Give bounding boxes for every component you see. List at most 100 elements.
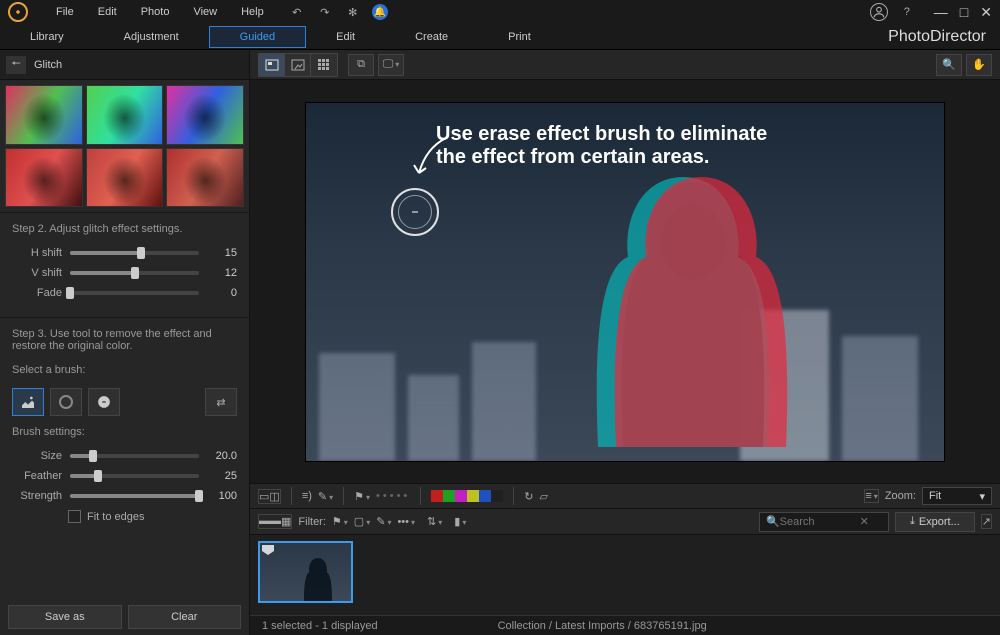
glitch-preset-1[interactable] <box>5 85 83 145</box>
search-input[interactable] <box>780 516 860 528</box>
layout-split-button[interactable]: ◫ <box>269 490 279 503</box>
filter-flag-dropdown[interactable]: ⚑ <box>332 515 348 528</box>
secondary-display-button[interactable]: ⧉ <box>348 54 374 76</box>
glitch-preset-6[interactable] <box>166 148 244 208</box>
sort-order-dropdown[interactable]: ⇅ <box>427 515 442 528</box>
undo-icon[interactable]: ↶ <box>288 3 306 21</box>
preview-canvas[interactable]: Use erase effect brush to eliminate the … <box>305 102 945 462</box>
close-button[interactable]: ✕ <box>980 4 992 21</box>
filter-rating-dropdown[interactable]: ••• <box>397 516 415 528</box>
hshift-value: 15 <box>207 247 237 259</box>
zoom-tool-button[interactable]: 🔍 <box>936 54 962 76</box>
rating-stars[interactable]: ••••• <box>376 490 410 502</box>
display-mode-dropdown[interactable]: 🖵 <box>378 54 404 76</box>
marker-dropdown[interactable]: ✎ <box>318 490 333 503</box>
glitch-preset-5[interactable] <box>86 148 164 208</box>
tab-edit[interactable]: Edit <box>306 27 385 47</box>
sort-dropdown[interactable]: ≡ <box>864 489 878 503</box>
tip-text: Use erase effect brush to eliminate the … <box>436 123 904 169</box>
status-selection: 1 selected - 1 displayed <box>262 620 378 632</box>
rotate-button[interactable]: ↻ <box>524 490 533 503</box>
menu-file[interactable]: File <box>44 2 86 22</box>
step3-label: Step 3. Use tool to remove the effect an… <box>12 328 237 352</box>
tab-guided[interactable]: Guided <box>209 26 306 48</box>
strength-slider[interactable] <box>70 494 199 498</box>
vshift-slider[interactable] <box>70 271 199 275</box>
strip-grid-button[interactable]: ▦ <box>281 515 291 528</box>
strength-label: Strength <box>12 490 62 502</box>
status-path: Collection / Latest Imports / 683765191.… <box>498 620 707 632</box>
filter-edit-dropdown[interactable]: ✎ <box>376 515 391 528</box>
feather-value: 25 <box>207 470 237 482</box>
select-brush-label: Select a brush: <box>12 364 237 376</box>
filter-label: Filter: <box>298 516 326 528</box>
glitch-preset-2[interactable] <box>86 85 164 145</box>
view-grid-button[interactable] <box>311 54 337 76</box>
tab-print[interactable]: Print <box>478 27 561 47</box>
minimize-button[interactable]: — <box>934 4 948 21</box>
settings-icon[interactable]: ✻ <box>344 3 362 21</box>
strip-horizontal-button[interactable]: ▬▬ <box>259 515 281 528</box>
step2-label: Step 2. Adjust glitch effect settings. <box>12 223 237 235</box>
export-button[interactable]: ⤓ Export... <box>895 512 975 532</box>
hshift-label: H shift <box>12 247 62 259</box>
layout-single-button[interactable]: ▭ <box>259 490 269 503</box>
add-brush-button[interactable] <box>12 388 44 416</box>
tab-create[interactable]: Create <box>385 27 478 47</box>
brush-cursor-icon <box>391 188 439 236</box>
app-logo <box>8 2 28 22</box>
back-button[interactable]: 🠔 <box>6 56 26 74</box>
notifications-icon[interactable]: 🔔 <box>372 4 388 20</box>
save-as-button[interactable]: Save as <box>8 605 122 629</box>
search-icon: 🔍 <box>766 515 780 528</box>
vshift-label: V shift <box>12 267 62 279</box>
fit-edges-checkbox[interactable] <box>68 510 81 523</box>
view-compare-button[interactable] <box>285 54 311 76</box>
smart-brush-button[interactable] <box>88 388 120 416</box>
glitch-preset-3[interactable] <box>166 85 244 145</box>
tab-library[interactable]: Library <box>0 27 94 47</box>
menu-help[interactable]: Help <box>229 2 276 22</box>
glitch-preset-4[interactable] <box>5 148 83 208</box>
clear-button[interactable]: Clear <box>128 605 242 629</box>
redo-icon[interactable]: ↷ <box>316 3 334 21</box>
color-label-swatches[interactable] <box>431 490 503 502</box>
erase-brush-button[interactable] <box>50 388 82 416</box>
menu-edit[interactable]: Edit <box>86 2 129 22</box>
fade-slider[interactable] <box>70 291 199 295</box>
feather-slider[interactable] <box>70 474 199 478</box>
hshift-slider[interactable] <box>70 251 199 255</box>
swap-brush-button[interactable]: ⇄ <box>205 388 237 416</box>
clear-search-icon[interactable]: ✕ <box>860 515 869 528</box>
search-box[interactable]: 🔍 ✕ <box>759 512 889 532</box>
crop-button[interactable]: ▱ <box>540 490 548 503</box>
feather-label: Feather <box>12 470 62 482</box>
account-icon[interactable] <box>870 3 888 21</box>
zoom-label: Zoom: <box>885 490 916 502</box>
help-icon[interactable]: ? <box>898 3 916 21</box>
zoom-select[interactable]: Fit▾ <box>922 487 992 505</box>
brush-settings-label: Brush settings: <box>12 426 237 438</box>
filmstrip-thumb-1[interactable] <box>258 541 353 603</box>
fit-edges-label: Fit to edges <box>87 511 144 523</box>
brand-label: PhotoDirector <box>888 28 986 46</box>
tab-adjustment[interactable]: Adjustment <box>94 27 209 47</box>
view-single-button[interactable] <box>259 54 285 76</box>
menu-view[interactable]: View <box>181 2 229 22</box>
flag-dropdown[interactable]: ⚑ <box>354 490 370 503</box>
export-icon: ⤓ <box>910 515 915 528</box>
share-button[interactable]: ↗ <box>981 514 992 529</box>
stack-dropdown[interactable]: ▮ <box>454 515 466 528</box>
pan-tool-button[interactable]: ✋ <box>966 54 992 76</box>
vshift-value: 12 <box>207 267 237 279</box>
maximize-button[interactable]: □ <box>960 4 968 21</box>
size-slider[interactable] <box>70 454 199 458</box>
filter-label-dropdown[interactable]: ▢ <box>354 515 370 528</box>
menu-photo[interactable]: Photo <box>129 2 182 22</box>
fade-value: 0 <box>207 287 237 299</box>
panel-title: Glitch <box>34 59 62 71</box>
size-label: Size <box>12 450 62 462</box>
strength-value: 100 <box>207 490 237 502</box>
size-value: 20.0 <box>207 450 237 462</box>
histogram-button[interactable]: ≡) <box>302 490 312 502</box>
